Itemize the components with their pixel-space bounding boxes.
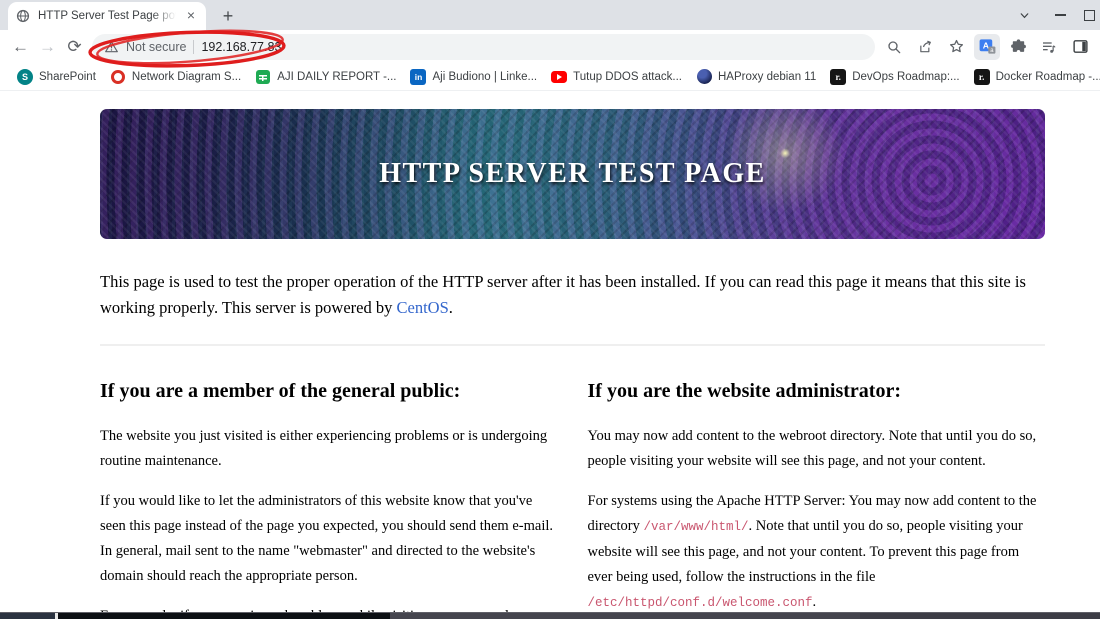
extensions-puzzle-icon[interactable] — [1005, 34, 1031, 60]
share-icon[interactable] — [912, 34, 938, 60]
bookmark-label: SharePoint — [39, 70, 96, 83]
bookmark-haproxy-debian[interactable]: HAProxy debian 11 — [689, 66, 823, 88]
admin-heading: If you are the website administrator: — [587, 380, 901, 402]
banner-title-regular: HTTP SERVER — [379, 158, 599, 189]
tab-http-server-test-page[interactable]: HTTP Server Test Page powered × — [8, 2, 206, 30]
welcome-conf-code: /etc/httpd/conf.d/welcome.conf — [587, 596, 813, 610]
intro-paragraph: This page is used to test the proper ope… — [100, 269, 1045, 321]
diagram-ring-icon — [110, 69, 126, 85]
public-heading: If you are a member of the general publi… — [100, 380, 461, 402]
general-public-column: If you are a member of the general publi… — [100, 366, 558, 618]
centos-link[interactable]: CentOS — [396, 298, 448, 317]
side-panel-icon[interactable] — [1067, 34, 1093, 60]
apache-path-code: /var/www/html/ — [643, 520, 749, 534]
tab-strip: HTTP Server Test Page powered × + — [0, 0, 1100, 30]
security-label[interactable]: Not secure — [126, 40, 186, 54]
roadmap-icon: r. — [830, 68, 847, 85]
back-icon[interactable]: ← — [7, 33, 34, 60]
new-tab-button[interactable]: + — [215, 3, 241, 29]
forward-icon: → — [39, 36, 56, 56]
bookmark-star-icon[interactable] — [943, 34, 969, 60]
public-paragraph-1: The website you just visited is either e… — [100, 428, 548, 469]
webpage-content: HTTP SERVER TEST PAGE This page is used … — [0, 91, 1100, 618]
bookmark-label: AJI DAILY REPORT -... — [277, 70, 397, 83]
bookmark-sharepoint[interactable]: S SharePoint — [10, 66, 103, 88]
horizontal-rule — [100, 344, 1045, 346]
bookmark-label: DevOps Roadmap:... — [852, 70, 960, 83]
maximize-icon[interactable] — [1078, 0, 1100, 30]
reload-icon[interactable]: ⟳ — [61, 33, 88, 60]
bookmark-docker-roadmap[interactable]: r. Docker Roadmap -... — [967, 66, 1100, 88]
bookmark-devops-roadmap[interactable]: r. DevOps Roadmap:... — [823, 66, 966, 88]
haproxy-icon — [696, 69, 712, 85]
close-tab-icon[interactable]: × — [183, 8, 199, 24]
media-playlist-icon[interactable] — [1036, 34, 1062, 60]
address-bar[interactable]: Not secure 192.168.77.83 — [92, 33, 875, 60]
bookmark-label: HAProxy debian 11 — [718, 70, 817, 83]
apache-text-3: . — [812, 594, 817, 610]
url-text[interactable]: 192.168.77.83 — [201, 40, 281, 54]
youtube-icon — [551, 69, 568, 85]
test-page-banner-image: HTTP SERVER TEST PAGE — [100, 109, 1045, 239]
bookmark-tutup-ddos-attack[interactable]: Tutup DDOS attack... — [544, 66, 689, 88]
tab-title: HTTP Server Test Page powered — [38, 10, 176, 22]
admin-paragraph-1: You may now add content to the webroot d… — [587, 428, 1037, 469]
browser-window: HTTP Server Test Page powered × + ← → ⟳ … — [0, 0, 1100, 619]
roadmap-icon: r. — [973, 68, 990, 85]
two-column-section: If you are a member of the general publi… — [100, 366, 1045, 618]
bookmarks-bar: S SharePoint Network Diagram S... AJI DA… — [0, 63, 1100, 91]
taskbar-edge — [0, 612, 1100, 619]
window-controls — [1006, 0, 1100, 30]
admin-paragraph-apache: For systems using the Apache HTTP Server… — [588, 489, 1046, 616]
minimize-icon[interactable] — [1042, 0, 1078, 30]
linkedin-icon: in — [410, 68, 427, 85]
toolbar-right-icons: Aa — [881, 33, 1093, 60]
bookmark-label: Docker Roadmap -... — [995, 70, 1100, 83]
intro-text-end: . — [448, 298, 453, 317]
globe-icon — [15, 8, 31, 24]
translate-icon[interactable]: Aa — [974, 33, 1000, 60]
omnibox-divider — [193, 39, 195, 54]
banner-title: HTTP SERVER TEST PAGE — [100, 109, 1045, 239]
sharepoint-icon: S — [17, 68, 33, 85]
warning-triangle-icon[interactable] — [104, 40, 119, 54]
intro-text: This page is used to test the proper ope… — [100, 272, 1026, 317]
bookmark-aji-daily-report[interactable]: AJI DAILY REPORT -... — [248, 66, 403, 88]
tab-search-chevron-down-icon[interactable] — [1006, 0, 1042, 30]
banner-title-bold: TEST PAGE — [598, 158, 766, 189]
bookmark-label: Aji Budiono | Linke... — [432, 70, 538, 83]
bookmark-network-diagram[interactable]: Network Diagram S... — [103, 66, 248, 88]
public-paragraph-2: If you would like to let the administrat… — [100, 493, 553, 584]
website-administrator-column: If you are the website administrator: Yo… — [588, 366, 1046, 618]
search-icon[interactable] — [881, 34, 907, 60]
spreadsheet-icon — [255, 69, 271, 85]
browser-toolbar: ← → ⟳ Not secure 192.168.77.83 Aa — [0, 30, 1100, 63]
bookmark-label: Tutup DDOS attack... — [573, 70, 682, 83]
bookmark-label: Network Diagram S... — [131, 70, 242, 83]
bookmark-linkedin-aji-budiono[interactable]: in Aji Budiono | Linke... — [403, 66, 544, 88]
